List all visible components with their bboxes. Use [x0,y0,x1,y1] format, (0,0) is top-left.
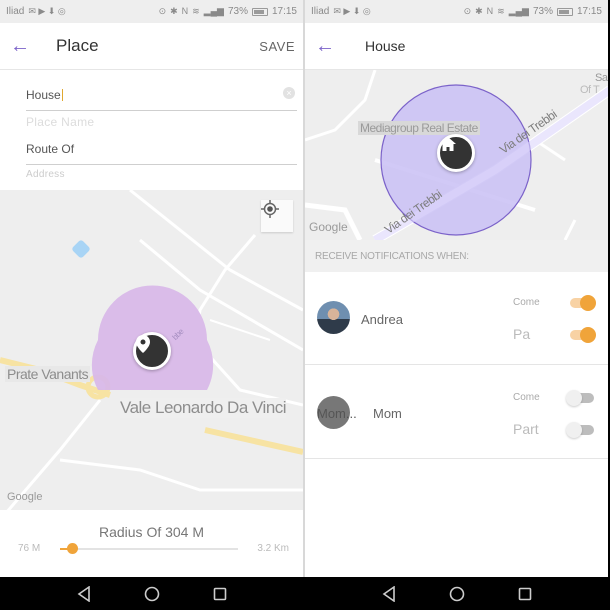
back-nav-button[interactable] [74,584,94,604]
location-icon: ⊙ [463,6,472,16]
battery-icon [251,7,268,16]
recents-nav-button[interactable] [210,584,230,604]
poi-label: Mediagroup Real Estate [358,121,480,135]
leave-label: Pa [513,326,531,342]
signal-icon: ▂▄▆ [508,6,529,16]
clear-icon[interactable]: × [283,87,295,99]
nfc-icon: N [486,6,494,16]
address-value[interactable]: Route Of [26,142,74,156]
place-name-field[interactable]: House × Place Name [26,86,297,129]
system-nav-bar [0,577,303,610]
notifications-section-header: RECEIVE NOTIFICATIONS WHEN: [305,240,608,272]
crosshair-icon [261,200,279,218]
clock: 17:15 [576,6,602,17]
bluetooth-icon: ✱ [475,6,483,16]
page-title: House [365,38,406,54]
bluetooth-icon: ✱ [170,6,178,16]
back-nav-button[interactable] [379,584,399,604]
google-attribution: Google [309,220,348,234]
signal-icon: ▂▄▆ [203,6,224,16]
app-bar: ← House [305,23,608,70]
text-cursor [61,88,63,101]
carrier-name: Iliad [311,6,330,17]
radius-panel: Radius Of 304 M 76 M 3.2 Km [0,510,303,577]
corner-label: Of T [580,84,600,96]
radius-slider[interactable] [60,543,238,554]
arrive-label: Come [513,391,540,403]
circle-home-icon [144,586,159,601]
field-underline [26,164,297,165]
slider-thumb[interactable] [67,543,79,554]
radius-title: Radius Of 304 M [98,524,205,540]
google-attribution: Google [7,491,43,503]
arrive-toggle-row: Come [513,292,596,312]
notification-icons: ✉ ▶ ⬇ ◎ [333,6,371,16]
person-row: Mom... Mom Come Part [305,366,608,459]
status-bar: Iliad ✉ ▶ ⬇ ◎ ⊙ ✱ N ≋ ▂▄▆ 73% 17:15 [0,0,303,23]
person-name: Andrea [361,312,403,327]
person-name: Mom [373,406,402,421]
wifi-icon: ≋ [497,6,505,16]
address-label: Address [26,169,65,180]
battery-percent: 73% [532,6,553,17]
person-row: Andrea Come Pa [305,272,608,365]
my-location-button[interactable] [261,200,293,232]
nfc-icon: N [181,6,189,16]
page-title: Place [56,36,99,55]
leave-toggle[interactable] [566,327,596,343]
leave-toggle-row: Pa [513,324,596,344]
arrive-toggle-row: Come [513,387,594,407]
radius-max-label: 3.2 Km [257,543,289,554]
location-pin-icon [136,335,150,353]
square-recents-icon [213,587,226,600]
map-view[interactable]: bbe Prate Vanants Vale Leonardo Da Vinci… [0,190,303,510]
field-underline [26,110,297,111]
wifi-icon: ≋ [192,6,200,16]
corner-label: Sa [595,72,608,84]
app-bar: ← Place SAVE [0,23,303,70]
battery-percent: 73% [227,6,248,17]
save-button[interactable]: SAVE [259,39,295,54]
place-marker[interactable] [133,332,171,370]
place-editor-screen: Iliad ✉ ▶ ⬇ ◎ ⊙ ✱ N ≋ ▂▄▆ 73% 17:15 ← Pl… [0,0,303,610]
address-field[interactable]: Route Of Address [26,140,297,180]
avatar [317,301,350,334]
home-nav-button[interactable] [142,584,162,604]
circle-home-icon [449,586,464,601]
place-name-value[interactable]: House [26,88,61,102]
leave-toggle-row: Part [513,419,594,439]
house-icon [440,137,456,151]
arrive-toggle[interactable] [566,295,596,311]
place-name-label: Place Name [26,115,95,129]
leave-label: Part [513,421,539,437]
location-icon: ⊙ [158,6,167,16]
status-bar: Iliad ✉ ▶ ⬇ ◎ ⊙ ✱ N ≋ ▂▄▆ 73% 17:15 [305,0,608,23]
carrier-name: Iliad [6,6,25,17]
clock: 17:15 [271,6,297,17]
place-form: House × Place Name Route Of Address [0,70,303,190]
back-arrow-icon[interactable]: ← [0,35,40,58]
leave-toggle[interactable] [566,422,594,438]
triangle-back-icon [77,585,90,602]
arrive-toggle[interactable] [566,390,594,406]
home-marker[interactable] [437,134,475,172]
arrive-label: Come [513,296,540,308]
street-label: Prate Vanants [5,366,91,382]
back-arrow-icon[interactable]: ← [305,35,345,58]
system-nav-bar [305,577,608,610]
square-recents-icon [518,587,531,600]
radius-min-label: 76 M [18,543,41,554]
map-view[interactable]: Mediagroup Real Estate Via dei Trebbi Vi… [305,70,608,240]
place-detail-screen: Iliad ✉ ▶ ⬇ ◎ ⊙ ✱ N ≋ ▂▄▆ 73% 17:15 ← Ho… [305,0,608,610]
triangle-back-icon [382,585,395,602]
recents-nav-button[interactable] [515,584,535,604]
notification-icons: ✉ ▶ ⬇ ◎ [28,6,66,16]
avatar-initials: Mom... [317,406,357,421]
water-feature [72,240,90,258]
home-nav-button[interactable] [447,584,467,604]
street-label: Vale Leonardo Da Vinci [120,398,287,418]
battery-icon [556,7,573,16]
